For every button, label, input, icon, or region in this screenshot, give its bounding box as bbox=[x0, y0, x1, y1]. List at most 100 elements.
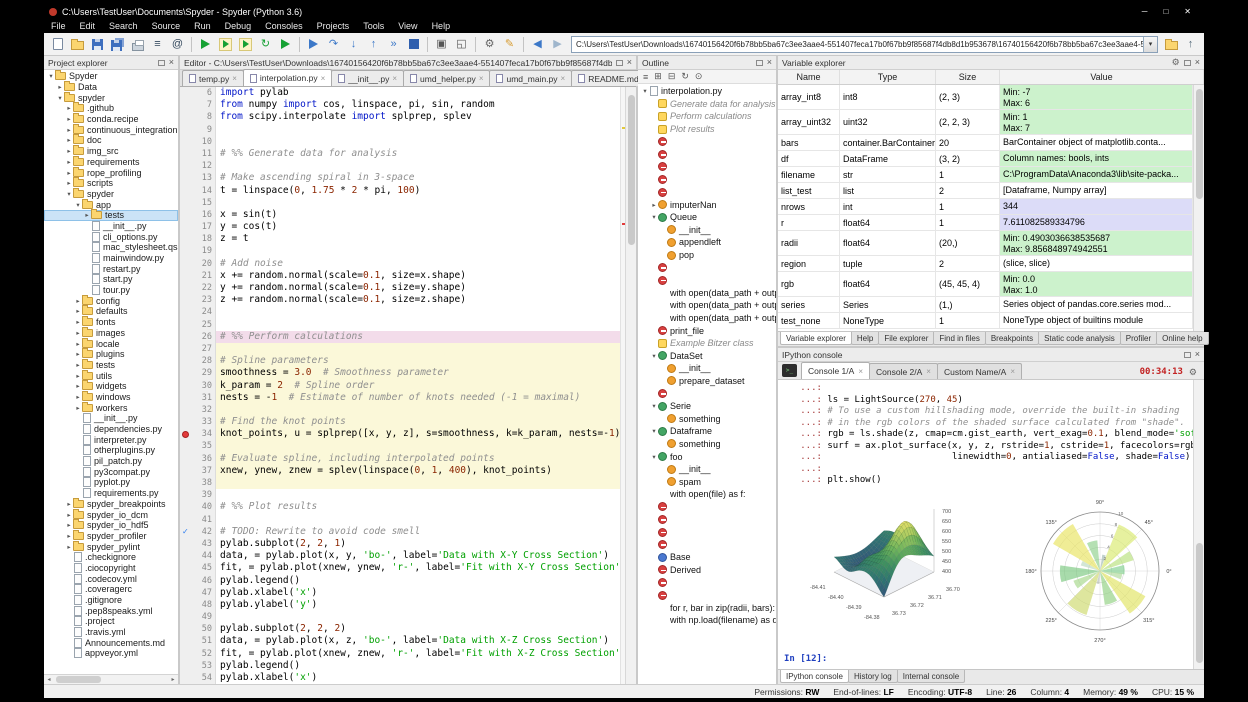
expand-arrow-icon[interactable]: ▾ bbox=[65, 190, 73, 198]
tree-item[interactable]: .checkignore bbox=[44, 552, 178, 563]
editor-tab-interpolation-py[interactable]: interpolation.py× bbox=[243, 69, 332, 86]
column-header-value[interactable]: Value bbox=[1000, 70, 1204, 84]
tree-item[interactable]: ▸spyder_io_dcm bbox=[44, 509, 178, 520]
menu-source[interactable]: Source bbox=[145, 19, 188, 33]
code-line[interactable]: 37xnew, ynew, znew = splev(linspace(0, 1… bbox=[180, 465, 620, 477]
code-line[interactable]: 23z += random.normal(scale=0.1, size=z.s… bbox=[180, 294, 620, 306]
expand-arrow-icon[interactable]: ▸ bbox=[65, 543, 73, 551]
forward-button[interactable]: ▶ bbox=[548, 35, 567, 54]
code-line[interactable]: 29smoothness = 3.0 # Smoothness paramete… bbox=[180, 367, 620, 379]
tab-online-help[interactable]: Online help bbox=[1156, 332, 1208, 345]
code-line[interactable]: 14t = linspace(0, 1.75 * 2 * pi, 100) bbox=[180, 185, 620, 197]
outline-item[interactable]: pop bbox=[638, 249, 776, 262]
tab-variable-explorer[interactable]: Variable explorer bbox=[780, 332, 852, 345]
undock-icon[interactable] bbox=[1184, 60, 1191, 66]
tree-item[interactable]: ▸.github bbox=[44, 103, 178, 114]
code-line[interactable]: 35 bbox=[180, 440, 620, 452]
close-pane-icon[interactable]: × bbox=[627, 58, 632, 67]
tree-item[interactable]: __init__.py bbox=[44, 221, 178, 232]
code-line[interactable]: 9 bbox=[180, 124, 620, 136]
tab-history-log[interactable]: History log bbox=[848, 670, 898, 683]
variable-explorer-scrollbar[interactable] bbox=[1193, 85, 1204, 331]
expand-arrow-icon[interactable]: ▸ bbox=[65, 532, 73, 540]
outline-item[interactable]: print_file bbox=[638, 324, 776, 337]
expand-arrow-icon[interactable]: ▸ bbox=[65, 126, 73, 134]
menu-tools[interactable]: Tools bbox=[356, 19, 391, 33]
code-line[interactable]: 22y += random.normal(scale=0.1, size=y.s… bbox=[180, 282, 620, 294]
code-line[interactable]: 43pylab.subplot(2, 2, 1) bbox=[180, 538, 620, 550]
expand-arrow-icon[interactable]: ▾ bbox=[56, 94, 64, 102]
tree-item[interactable]: Announcements.md bbox=[44, 637, 178, 648]
code-line[interactable]: 27 bbox=[180, 343, 620, 355]
expand-arrow-icon[interactable]: ▸ bbox=[650, 201, 658, 209]
variable-row[interactable]: array_int8int8(2, 3)Min: -7 Max: 6 bbox=[778, 85, 1193, 110]
outline-item[interactable]: ▾Queue bbox=[638, 211, 776, 224]
close-tab-icon[interactable]: × bbox=[479, 74, 484, 83]
outline-item[interactable]: Example Bitzer class bbox=[638, 337, 776, 350]
maximize-pane-button[interactable]: ▣ bbox=[432, 35, 451, 54]
tree-item[interactable]: ▸defaults bbox=[44, 306, 178, 317]
code-line[interactable]: 19 bbox=[180, 245, 620, 257]
menu-view[interactable]: View bbox=[391, 19, 424, 33]
outline-item[interactable] bbox=[638, 538, 776, 551]
scroll-left-icon[interactable]: ◂ bbox=[44, 676, 54, 683]
outline-item[interactable]: __init__ bbox=[638, 362, 776, 375]
expand-arrow-icon[interactable]: ▾ bbox=[650, 402, 658, 410]
expand-arrow-icon[interactable]: ▸ bbox=[74, 382, 82, 390]
stop-button[interactable] bbox=[404, 35, 423, 54]
code-line[interactable]: 52fit, = pylab.plot(xnew, znew, 'r-', la… bbox=[180, 648, 620, 660]
code-line[interactable]: 30k_param = 2 # Spline order bbox=[180, 380, 620, 392]
code-line[interactable]: 28# Spline parameters bbox=[180, 355, 620, 367]
scrollbar-thumb[interactable] bbox=[628, 95, 635, 245]
tab-find-in-files[interactable]: Find in files bbox=[933, 332, 985, 345]
outline-item[interactable] bbox=[638, 274, 776, 287]
code-line[interactable]: 10 bbox=[180, 136, 620, 148]
outline-item[interactable]: with open(data_path + output_file_n... bbox=[638, 312, 776, 325]
expand-arrow-icon[interactable]: ▾ bbox=[74, 201, 82, 209]
code-area[interactable]: 6import pylab7from numpy import cos, lin… bbox=[180, 87, 620, 684]
restore-view-icon[interactable]: ↻ bbox=[681, 71, 689, 82]
variable-row[interactable]: list_testlist2[Dataframe, Numpy array] bbox=[778, 183, 1193, 199]
tree-item[interactable]: ▸locale bbox=[44, 338, 178, 349]
scrollbar-thumb[interactable] bbox=[1196, 89, 1203, 199]
outline-item[interactable] bbox=[638, 513, 776, 526]
tree-item[interactable]: ▸img_src bbox=[44, 146, 178, 157]
tree-item[interactable]: interpreter.py bbox=[44, 434, 178, 445]
expand-arrow-icon[interactable]: ▸ bbox=[65, 158, 73, 166]
expand-arrow-icon[interactable]: ▸ bbox=[74, 404, 82, 412]
scrollbar-thumb[interactable] bbox=[1196, 543, 1203, 663]
outline-item[interactable] bbox=[638, 261, 776, 274]
outline-item[interactable] bbox=[638, 576, 776, 589]
outline-item[interactable] bbox=[638, 589, 776, 602]
tree-item[interactable]: mac_stylesheet.qss bbox=[44, 242, 178, 253]
menu-debug[interactable]: Debug bbox=[218, 19, 259, 33]
options-menu-icon[interactable]: ≡ bbox=[643, 72, 648, 82]
close-pane-icon[interactable]: × bbox=[169, 58, 174, 67]
expand-arrow-icon[interactable]: ▾ bbox=[641, 87, 649, 95]
tree-item[interactable]: ▾spyder bbox=[44, 92, 178, 103]
variable-row[interactable]: dfDataFrame(3, 2)Column names: bools, in… bbox=[778, 151, 1193, 167]
variable-row[interactable]: nrowsint1344 bbox=[778, 199, 1193, 215]
tab-internal-console[interactable]: Internal console bbox=[897, 670, 965, 683]
close-tab-icon[interactable]: × bbox=[858, 367, 863, 376]
editor-tab-temp-py[interactable]: temp.py× bbox=[182, 70, 244, 86]
tree-item[interactable]: mainwindow.py bbox=[44, 253, 178, 264]
scrollbar-thumb[interactable] bbox=[56, 676, 101, 683]
menu-projects[interactable]: Projects bbox=[310, 19, 357, 33]
code-line[interactable]: 12 bbox=[180, 160, 620, 172]
rerun-cell-button[interactable]: ↻ bbox=[256, 35, 275, 54]
code-line[interactable]: 20# Add noise bbox=[180, 258, 620, 270]
console-input-prompt[interactable]: In [12]: bbox=[778, 649, 1204, 664]
run-cell-button[interactable] bbox=[216, 35, 235, 54]
menu-consoles[interactable]: Consoles bbox=[258, 19, 310, 33]
code-line[interactable]: 46pylab.legend() bbox=[180, 575, 620, 587]
editor-tab--init-py[interactable]: __init__.py× bbox=[331, 70, 404, 86]
outline-item[interactable]: something bbox=[638, 438, 776, 451]
editor-tab-umd-helper-py[interactable]: umd_helper.py× bbox=[403, 70, 490, 86]
tree-item[interactable]: otherplugins.py bbox=[44, 445, 178, 456]
close-tab-icon[interactable]: × bbox=[232, 74, 237, 83]
tree-item[interactable]: cli_options.py bbox=[44, 231, 178, 242]
outline-item[interactable] bbox=[638, 135, 776, 148]
tree-item[interactable]: ▸plugins bbox=[44, 349, 178, 360]
tree-item[interactable]: appveyor.yml bbox=[44, 648, 178, 659]
